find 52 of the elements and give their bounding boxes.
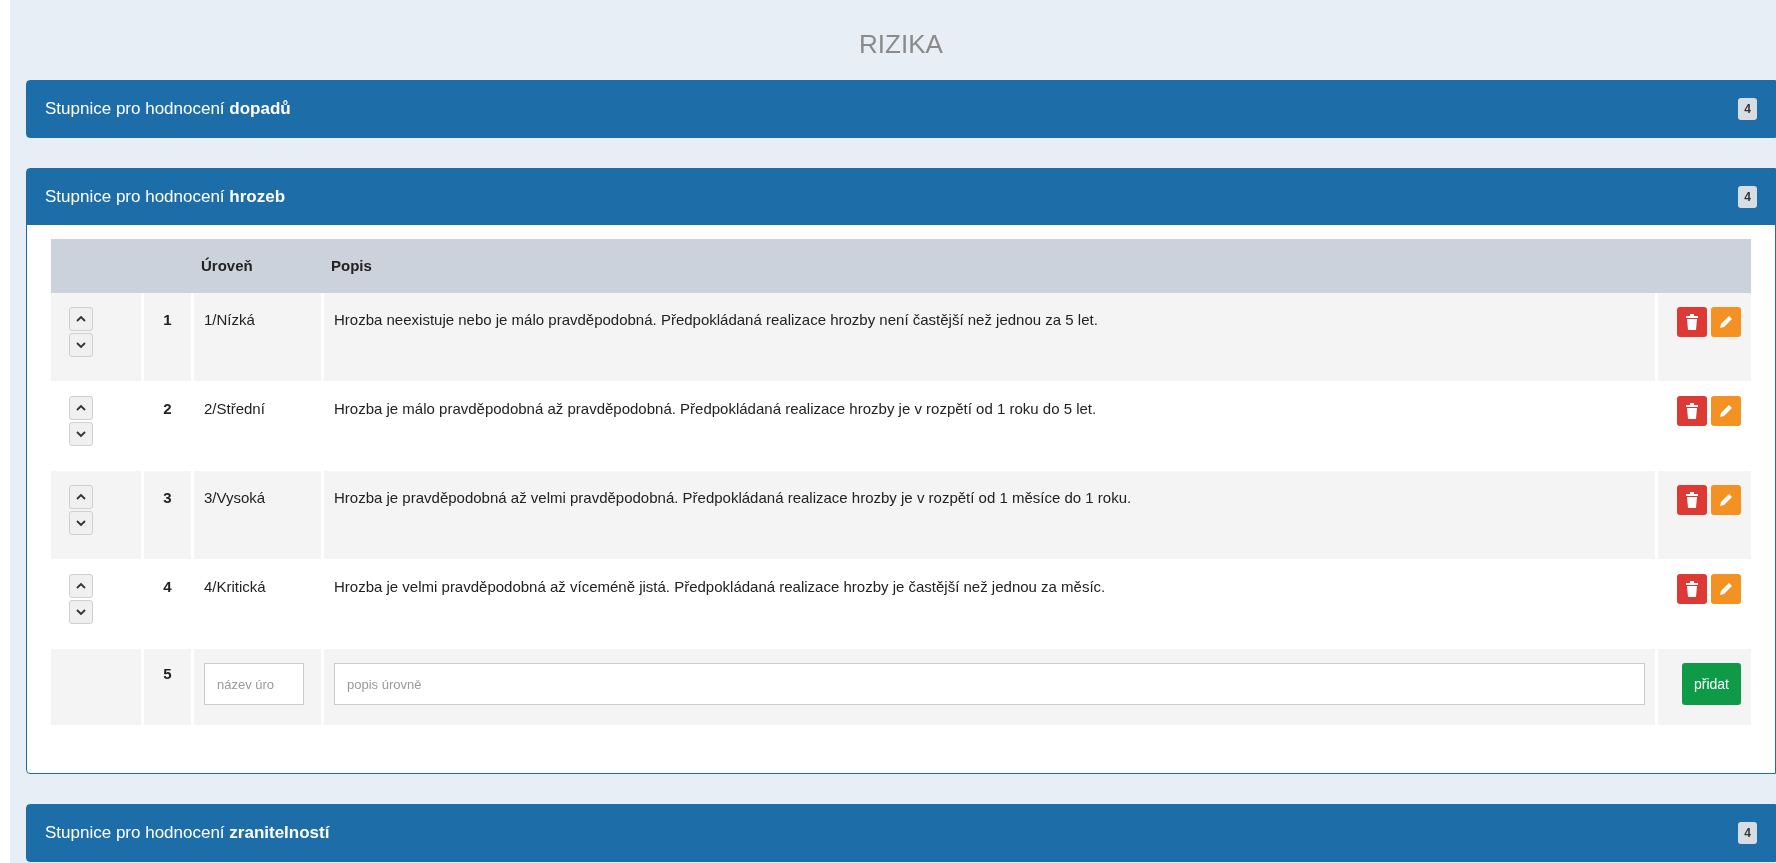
move-up-button[interactable] [69,574,93,598]
row-number: 2 [163,400,172,417]
level-name-input[interactable]: název úro [204,663,304,705]
row-number: 3 [163,489,172,506]
column-header: Popis [330,255,373,276]
delete-button[interactable] [1677,307,1707,337]
pencil-icon [1718,314,1734,330]
level-description: Hrozba je málo pravděpodobná až pravděpodobná. Předpokládaná realizace hrozby je v rozpětí od 1 roku do 5 let. [334,400,1097,417]
trash-icon [1685,403,1699,419]
level-name: 2/Střední [204,400,265,417]
level-description: Hrozba neexistuje nebo je málo pravděpodobná. Předpokládaná realizace hrozby není častější než jednou za 5 let. [334,311,1098,328]
panel-title: Stupnice pro hodnocení zranitelností [45,822,330,845]
level-description: Hrozba je pravděpodobná až velmi pravděpodobná. Předpokládaná realizace hrozby je v rozpětí od 1 měsíce do 1 roku. [334,489,1132,506]
panel-header[interactable]: Stupnice pro hodnocení dopadů 4 [27,81,1775,137]
page-title: RIZIKA [859,27,943,61]
delete-button[interactable] [1677,574,1707,604]
move-up-button[interactable] [69,307,93,331]
panel-title: Stupnice pro hodnocení hrozeb [45,186,286,209]
chevron-down-icon [75,339,87,351]
add-button[interactable]: přidat [1681,663,1741,705]
trash-icon [1685,581,1699,597]
move-up-button[interactable] [69,485,93,509]
chevron-down-icon [75,606,87,618]
move-down-button[interactable] [69,422,93,446]
move-down-button[interactable] [69,600,93,624]
row-number: 1 [163,311,172,328]
level-name: 1/Nízká [204,311,255,328]
trash-icon [1685,314,1699,330]
column-header: Úroveň [200,255,254,276]
pencil-icon [1718,403,1734,419]
level-description: Hrozba je velmi pravděpodobná až víceméně jistá. Předpokládaná realizace hrozby je častější než jednou za měsíc. [334,578,1106,595]
move-up-button[interactable] [69,396,93,420]
row-number: 4 [163,578,172,595]
count-badge: 4 [1738,186,1757,208]
delete-button[interactable] [1677,396,1707,426]
panel-title: Stupnice pro hodnocení dopadů [45,98,291,121]
count-badge: 4 [1738,98,1757,120]
pencil-icon [1718,492,1734,508]
delete-button[interactable] [1677,485,1707,515]
trash-icon [1685,492,1699,508]
count-badge: 4 [1738,822,1757,844]
move-down-button[interactable] [69,333,93,357]
chevron-down-icon [75,428,87,440]
chevron-down-icon [75,517,87,529]
row-number: 5 [163,665,172,682]
level-name: 4/Kritická [204,578,266,595]
panel-header[interactable]: Stupnice pro hodnocení zranitelností 4 [27,805,1775,861]
level-name: 3/Vysoká [204,489,266,506]
level-description-input[interactable]: popis úrovně [334,663,1645,705]
pencil-icon [1718,581,1734,597]
move-down-button[interactable] [69,511,93,535]
panel-header[interactable]: Stupnice pro hodnocení hrozeb 4 [27,169,1775,225]
